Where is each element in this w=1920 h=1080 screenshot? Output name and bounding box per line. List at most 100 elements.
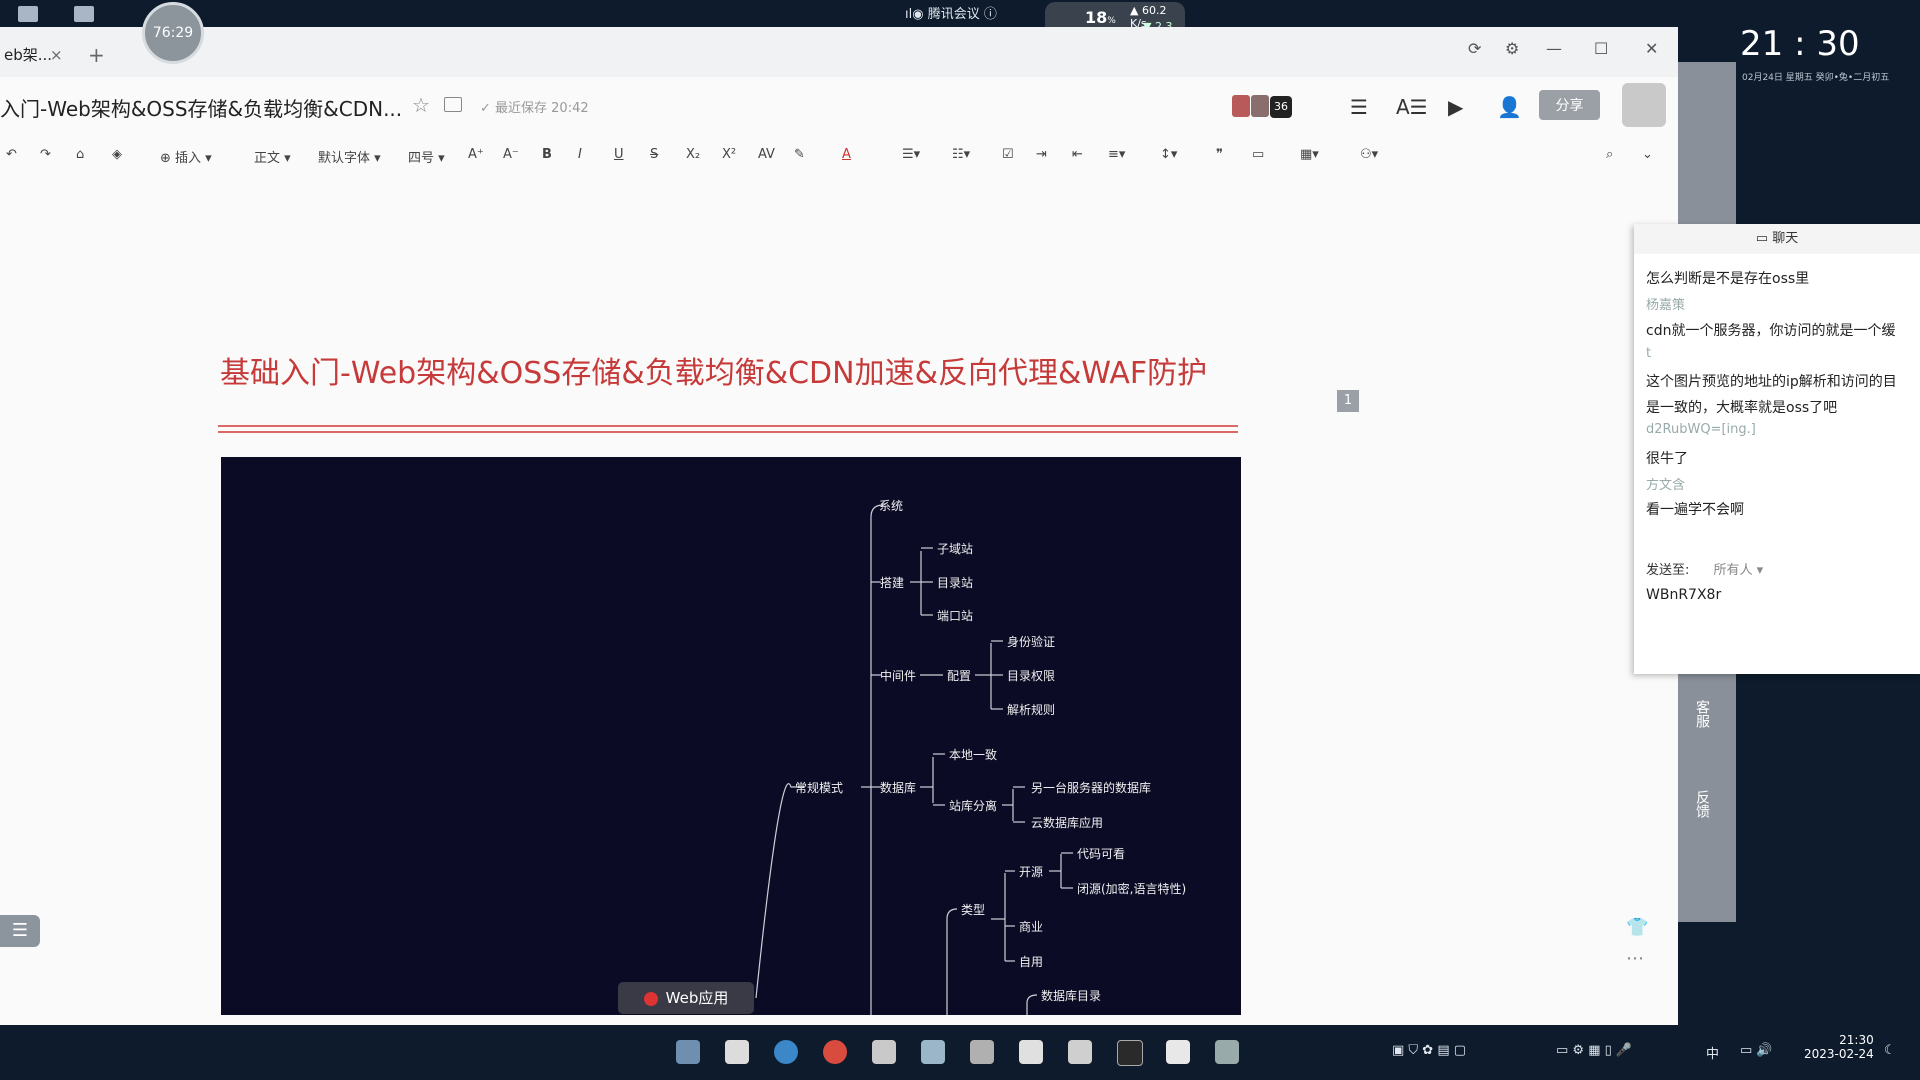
terminal-icon[interactable] [1117,1040,1143,1066]
font-select[interactable]: 默认字体 ▾ [318,147,381,166]
send-target-select[interactable]: 所有人 ▾ [1714,563,1764,578]
superscript-icon[interactable]: X² [722,147,736,162]
file-explorer-icon[interactable] [725,1040,749,1064]
settings-icon[interactable]: ⚙ [1505,39,1519,58]
mindmap-node: 站库分离 [949,799,998,813]
mindmap-node: 数据库目录 [1041,989,1102,1003]
avatar[interactable] [1622,83,1666,127]
notification-icon[interactable]: ☾ [1884,1043,1896,1058]
collaborator-count[interactable]: 36 [1270,96,1292,118]
share-button[interactable]: 分享 [1539,90,1600,120]
desktop-app-icon[interactable] [74,6,94,22]
undo-icon[interactable]: ↶ [6,147,17,162]
font-color-icon[interactable]: A [842,147,851,162]
bold-icon[interactable]: B [542,147,552,162]
feedback-link[interactable]: 反馈 [1692,790,1712,818]
app-icon[interactable] [872,1040,896,1064]
font-size-select[interactable]: 四号 ▾ [408,147,445,166]
chat-message: 怎么判断是不是存在oss里 [1646,271,1810,287]
mindmap-node: 云数据库应用 [1031,816,1104,830]
increase-font-icon[interactable]: A⁺ [468,147,484,162]
volume-icon[interactable]: ▭ 🔊 [1740,1043,1773,1058]
insert-button[interactable]: ⊕ 插入 ▾ [160,147,212,166]
subscript-icon[interactable]: X₂ [686,147,700,162]
redo-icon[interactable]: ↷ [40,147,51,162]
chat-input[interactable]: WBnR7X8r [1646,587,1721,603]
share-user-icon[interactable]: 👤 [1497,95,1522,119]
maximize-button[interactable]: ☐ [1594,39,1608,58]
close-tab-icon[interactable]: × [50,35,63,75]
text-format-icon[interactable]: A☰ [1396,95,1428,119]
document-icon[interactable] [1166,1040,1190,1064]
chat-sender-name: 杨嘉策 [1646,298,1686,313]
search-icon[interactable]: ⌕ [1606,147,1613,162]
page-number-badge[interactable]: 1 [1337,390,1359,412]
more-tools-icon[interactable]: ⚇▾ [1360,147,1378,162]
photos-icon[interactable] [921,1040,945,1064]
taskbar-clock[interactable]: 21:30 2023-02-24 [1804,1033,1874,1061]
desktop-top-bar: ıl◉ 腾讯会议 ⓘ [0,0,1920,28]
more-icon[interactable]: ⋯ [1626,948,1648,969]
system-tray[interactable]: ▭ ⚙ ▦ ▯ 🎤 [1556,1043,1632,1058]
edge-browser-icon[interactable] [774,1040,798,1064]
desktop-app-icon[interactable] [18,6,38,22]
menu-icon[interactable]: ☰ [1350,95,1368,119]
add-tab-button[interactable]: + [88,43,105,67]
checkbox-icon[interactable]: ☑ [1002,147,1014,162]
chrome-icon[interactable] [823,1040,847,1064]
decrease-font-icon[interactable]: A⁻ [503,147,519,162]
mindmap-node: 闭源(加密,语言特性) [1077,882,1187,896]
line-spacing-icon[interactable]: ↕▾ [1160,147,1177,162]
document-title[interactable]: 入门-Web架构&OSS存储&负载均衡&CDN... [0,93,402,122]
tshirt-icon[interactable]: 👕 [1626,917,1648,938]
notes-icon[interactable] [1068,1040,1092,1064]
outdent-icon[interactable]: ⇤ [1072,147,1083,162]
italic-icon[interactable]: I [578,147,582,162]
mindmap-node: 本地一致 [949,748,998,762]
chevron-down-icon[interactable]: ⌄ [1642,147,1653,162]
desktop-date: 02月24日 星期五 癸卯•兔•二月初五 [1742,73,1890,83]
mindmap-node: 目录站 [937,576,974,590]
mindmap-image[interactable]: 系统 搭建 子域站 目录站 端口站 中间件 配置 身份验证 目录权限 解析规则 … [221,457,1241,1015]
info-icon[interactable]: ⓘ [984,7,997,22]
folder-icon[interactable] [444,97,462,112]
bullet-list-icon[interactable]: ☰▾ [902,147,920,162]
network-tool-icon[interactable] [970,1040,994,1064]
table-icon[interactable]: ▦▾ [1300,147,1319,162]
page-title[interactable]: 基础入门-Web架构&OSS存储&负载均衡&CDN加速&反向代理&WAF防护 [220,348,1207,392]
strikethrough-icon[interactable]: S [650,147,658,162]
char-spacing-icon[interactable]: AV [758,147,775,162]
customer-service-link[interactable]: 客服 [1692,700,1712,728]
minimize-button[interactable]: — [1546,39,1562,58]
mindmap-node: 搭建 [880,576,905,590]
chat-message: 这个图片预览的地址的ip解析和访问的目 [1646,374,1897,390]
numbered-list-icon[interactable]: ☷▾ [952,147,970,162]
align-icon[interactable]: ≡▾ [1108,147,1125,162]
mindmap-connectors [755,504,1073,1015]
mindmap-root-node: Web应用 [618,982,754,1014]
divider-icon[interactable]: ▭ [1252,147,1264,162]
present-icon[interactable]: ▶ [1448,95,1463,119]
refresh-icon[interactable]: ⟳ [1468,39,1481,58]
underline-icon[interactable]: U [614,147,624,162]
clear-format-icon[interactable]: ◈ [112,147,122,162]
mindmap-node: 身份验证 [1007,635,1056,649]
tray-icons[interactable]: ▣ ⛉ ✿ ▤ ▢ [1392,1043,1466,1058]
star-icon[interactable]: ☆ [412,93,430,117]
close-window-button[interactable]: ✕ [1645,39,1658,58]
quote-icon[interactable]: ❞ [1216,147,1223,162]
meeting-indicator[interactable]: ıl◉ 腾讯会议 ⓘ [905,3,997,22]
recording-timer[interactable]: 76:29 [142,2,204,64]
indent-icon[interactable]: ⇥ [1036,147,1047,162]
highlight-icon[interactable]: ✎ [794,147,805,162]
format-painter-icon[interactable]: ⌂ [76,147,84,162]
start-icon[interactable] [676,1040,700,1064]
outline-toggle-button[interactable]: ☰ [0,915,40,947]
paragraph-style-select[interactable]: 正文 ▾ [254,147,291,166]
tab-document[interactable]: eb架... × [0,35,94,75]
taskbar: ▣ ⛉ ✿ ▤ ▢ ▭ ⚙ ▦ ▯ 🎤 中 ▭ 🔊 21:30 2023-02-… [0,1025,1920,1080]
remote-icon[interactable] [1215,1040,1239,1064]
ime-indicator[interactable]: 中 [1706,1043,1719,1062]
java-icon[interactable] [1019,1040,1043,1064]
chat-sender-name: d2RubWQ=[ing.] [1646,422,1756,437]
